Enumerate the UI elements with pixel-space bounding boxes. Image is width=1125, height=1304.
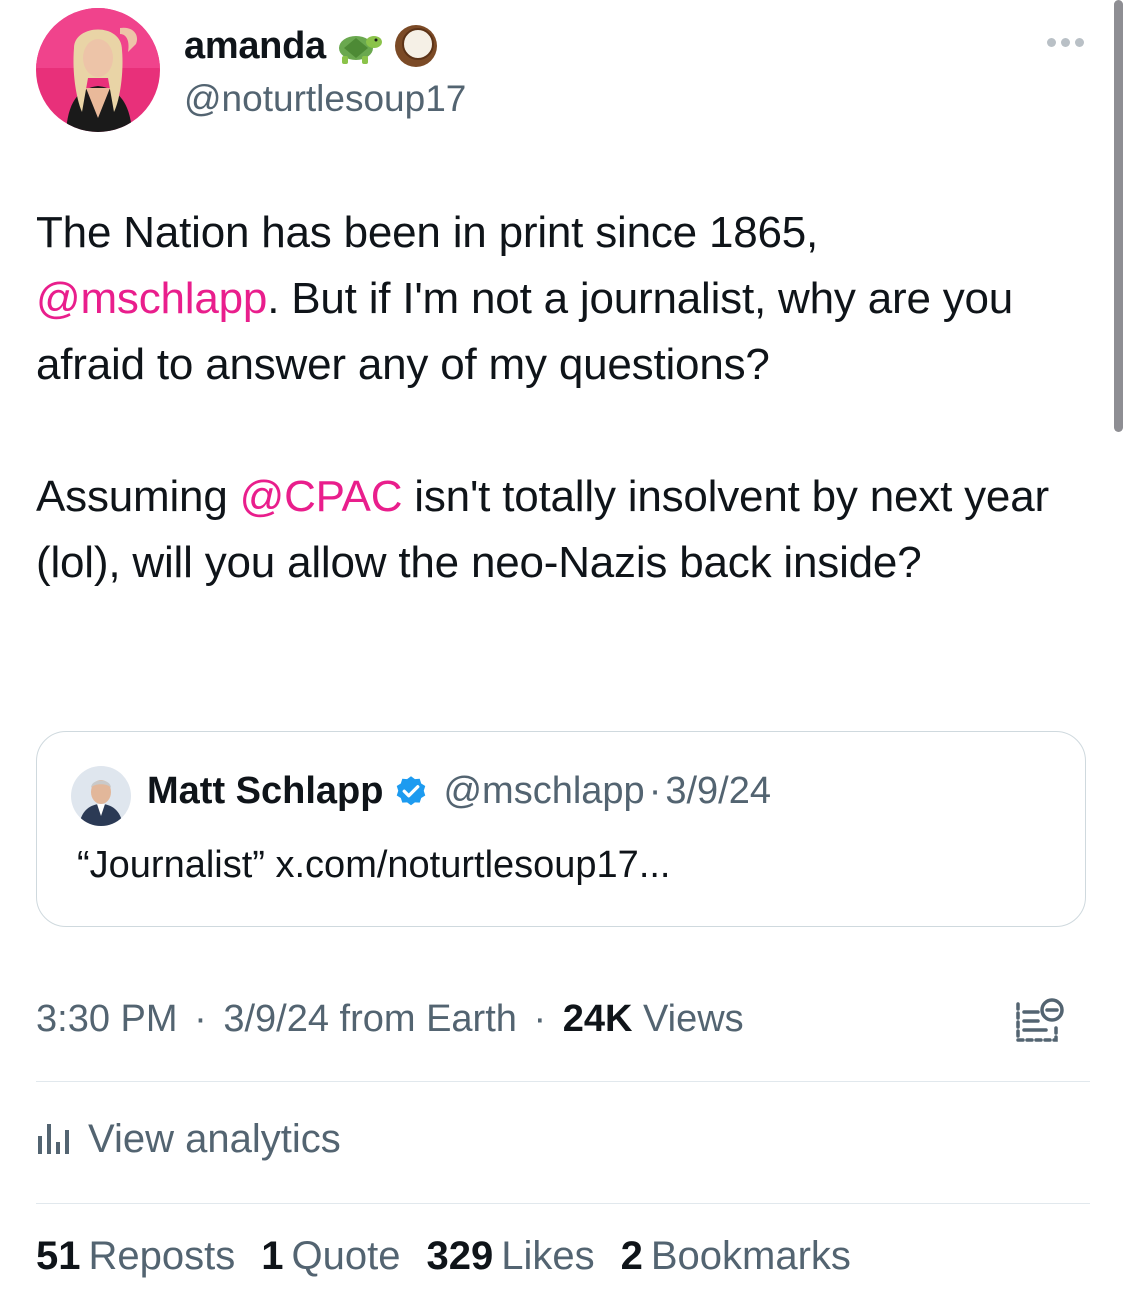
author-avatar[interactable] <box>36 8 160 132</box>
bookmarks-count: 2 <box>620 1234 643 1278</box>
separator-dot: · <box>533 998 547 1040</box>
tweet-date-source[interactable]: 3/9/24 from Earth <box>223 998 517 1040</box>
reposts-count: 51 <box>36 1234 81 1278</box>
mention-link[interactable]: @mschlapp <box>36 274 267 323</box>
quoted-tweet-header: Matt Schlapp @mschlapp · 3/9/24 <box>147 770 771 813</box>
likes-count: 329 <box>426 1234 494 1278</box>
analytics-icon <box>36 1112 76 1166</box>
separator-dot: · <box>648 770 662 812</box>
quoted-author-handle[interactable]: @mschlapp <box>443 770 644 813</box>
author-handle[interactable]: @noturtlesoup17 <box>184 78 466 120</box>
quotes-stat[interactable]: 1 Quote <box>261 1234 400 1279</box>
tweet-paragraph-1: The Nation has been in print since 1865,… <box>36 200 1066 398</box>
divider <box>36 1203 1090 1204</box>
views-label: Views <box>642 998 744 1040</box>
engagement-stats: 51 Reposts 1 Quote 329 Likes 2 Bookmarks <box>36 1234 851 1279</box>
tweet-text-segment: The Nation has been in print since 1865, <box>36 208 819 257</box>
quoted-author-avatar[interactable] <box>71 766 131 826</box>
tweet-text: The Nation has been in print since 1865,… <box>36 200 1066 596</box>
quotes-count: 1 <box>261 1234 284 1278</box>
more-dot <box>1075 38 1084 47</box>
quoted-author-name[interactable]: Matt Schlapp <box>147 770 383 813</box>
author-display-name[interactable]: amanda <box>184 25 326 68</box>
bookmarks-label: Bookmarks <box>650 1234 851 1278</box>
quoted-tweet-date[interactable]: 3/9/24 <box>665 770 771 813</box>
coconut-emoji-icon <box>392 22 440 70</box>
bookmarks-stat[interactable]: 2 Bookmarks <box>621 1234 851 1279</box>
tweet-paragraph-2: Assuming @CPAC isn't totally insolvent b… <box>36 464 1066 596</box>
turtle-emoji-icon <box>334 24 384 68</box>
views-count: 24K <box>562 998 633 1040</box>
view-analytics-button[interactable]: View analytics <box>36 1112 341 1166</box>
name-row: amanda <box>184 22 440 70</box>
mention-link[interactable]: @CPAC <box>240 472 403 521</box>
more-dot <box>1047 38 1056 47</box>
tweet-text-segment: Assuming <box>36 472 240 521</box>
quoted-tweet-text: “Journalist” x.com/noturtlesoup17... <box>77 844 671 886</box>
translate-icon[interactable] <box>1012 996 1068 1053</box>
verified-badge-icon <box>393 774 429 810</box>
scrollbar[interactable] <box>1114 0 1123 432</box>
separator-dot: · <box>194 998 207 1040</box>
more-dot <box>1061 38 1070 47</box>
reposts-stat[interactable]: 51 Reposts <box>36 1234 235 1279</box>
view-analytics-label: View analytics <box>88 1116 341 1161</box>
divider <box>36 1081 1090 1082</box>
likes-stat[interactable]: 329 Likes <box>426 1234 594 1279</box>
tweet-time[interactable]: 3:30 PM <box>36 998 178 1040</box>
tweet-meta: 3:30 PM · 3/9/24 from Earth · 24K Views <box>36 998 744 1041</box>
tweet-header: amanda @noturtlesoup17 <box>36 8 1096 134</box>
quotes-label: Quote <box>291 1234 401 1278</box>
likes-label: Likes <box>501 1234 595 1278</box>
reposts-label: Reposts <box>88 1234 236 1278</box>
more-options-icon[interactable] <box>1047 38 1084 47</box>
quoted-tweet-card[interactable]: Matt Schlapp @mschlapp · 3/9/24 “Journal… <box>36 731 1086 927</box>
